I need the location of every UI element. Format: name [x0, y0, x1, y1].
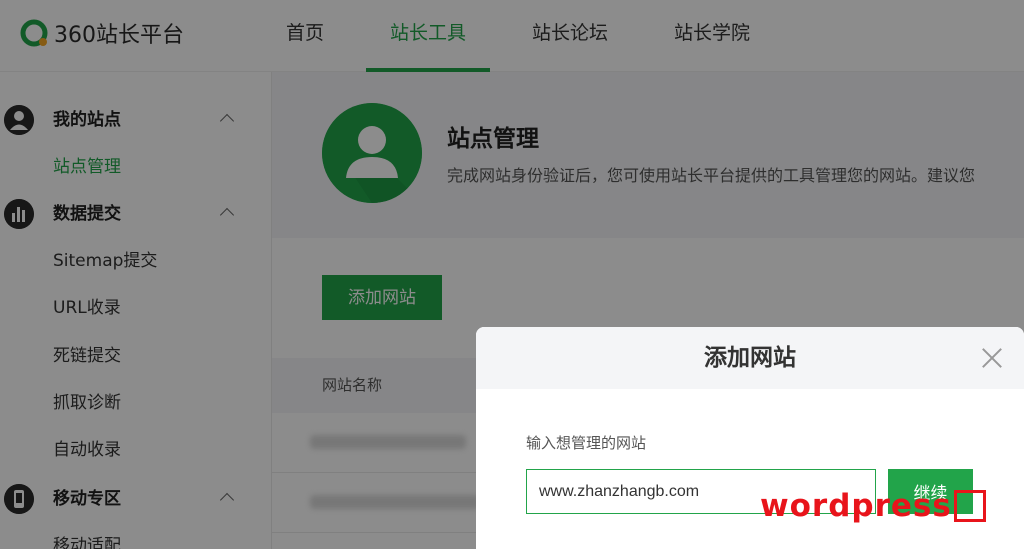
dialog-header: 添加网站: [476, 327, 1024, 389]
watermark: wordpress: [760, 488, 986, 524]
close-icon[interactable]: [981, 347, 1003, 369]
dialog-title: 添加网站: [704, 345, 796, 371]
watermark-text: wordpress: [760, 488, 952, 524]
watermark-logo-icon: [953, 490, 986, 522]
site-url-label: 输入想管理的网站: [526, 434, 647, 452]
